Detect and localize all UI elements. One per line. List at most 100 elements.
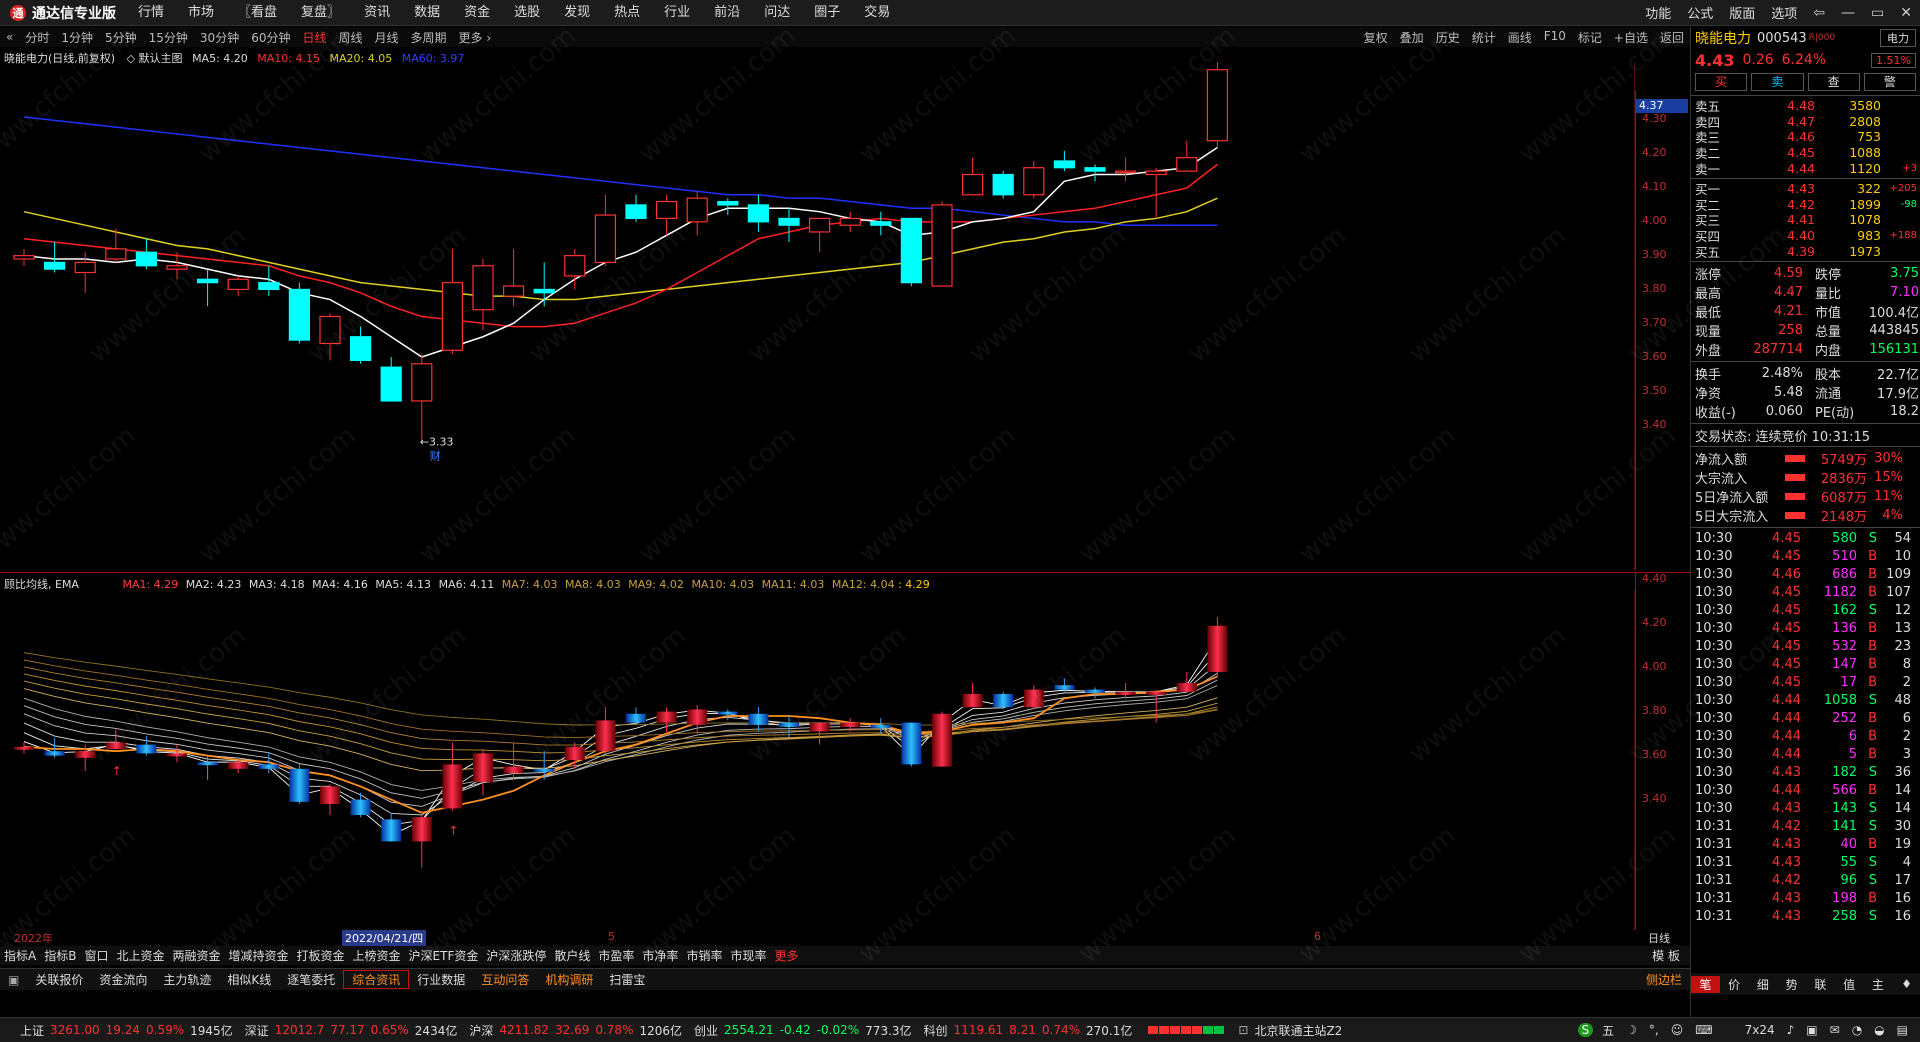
- menu-item-5[interactable]: 数据: [402, 0, 452, 26]
- period-tab-8[interactable]: 月线: [369, 29, 405, 46]
- period-tab-2[interactable]: 5分钟: [99, 29, 143, 46]
- sz-index-label[interactable]: 深证: [242, 1022, 272, 1039]
- period-tab-4[interactable]: 30分钟: [194, 29, 245, 46]
- indicator-tab-3[interactable]: 北上资金: [112, 947, 168, 964]
- menu-item-9[interactable]: 热点: [602, 0, 652, 26]
- indicator-tab-5[interactable]: 增减持资金: [225, 947, 293, 964]
- right-tab-0[interactable]: 笔: [1691, 975, 1720, 993]
- right-tab-2[interactable]: 细: [1749, 976, 1778, 993]
- info-tab-7[interactable]: 互动问答: [473, 971, 537, 988]
- cy-index-label[interactable]: 创业: [691, 1022, 721, 1039]
- settings-icon[interactable]: ▤: [1894, 1023, 1911, 1037]
- chart-tool-7[interactable]: +自选: [1608, 29, 1654, 46]
- menu-item-13[interactable]: 圈子: [802, 0, 852, 26]
- trade-button-0[interactable]: 买: [1695, 73, 1748, 91]
- info-tab-6[interactable]: 行业数据: [409, 971, 473, 988]
- ime-icon[interactable]: S: [1577, 1023, 1594, 1037]
- screen-icon[interactable]: ▣: [1803, 1023, 1820, 1037]
- info-tab-9[interactable]: 扫雷宝: [601, 971, 653, 988]
- server-name[interactable]: 北京联通主站Z2: [1251, 1022, 1345, 1039]
- period-tab-10[interactable]: 更多 ›: [453, 29, 498, 46]
- maximize-icon[interactable]: ▭: [1863, 5, 1892, 21]
- template-tab[interactable]: 模 板: [1648, 947, 1684, 964]
- info-tab-3[interactable]: 相似K线: [219, 971, 279, 988]
- chart-tool-2[interactable]: 历史: [1430, 29, 1466, 46]
- back-icon[interactable]: ⇦: [1805, 5, 1833, 21]
- menu-item-1[interactable]: 市场: [176, 0, 226, 26]
- indicator-tab-10[interactable]: 散户线: [550, 947, 594, 964]
- candlestick-chart[interactable]: ⌐4.47 ←3.33财: [0, 62, 1635, 572]
- right-tab-3[interactable]: 势: [1777, 976, 1806, 993]
- info-tab-2[interactable]: 主力轨迹: [155, 971, 219, 988]
- sidebar-tab[interactable]: 侧边栏: [1638, 971, 1690, 988]
- period-tab-6[interactable]: 日线: [296, 29, 332, 46]
- menu-item-6[interactable]: 资金: [452, 0, 502, 26]
- bell-icon[interactable]: ◔: [1849, 1023, 1865, 1037]
- chat-icon[interactable]: ✉: [1827, 1023, 1843, 1037]
- right-tab-7[interactable]: ♦: [1892, 977, 1920, 991]
- indicator-tab-7[interactable]: 上榜资金: [349, 947, 405, 964]
- indicator-tab-14[interactable]: 市现率: [726, 947, 770, 964]
- trade-button-3[interactable]: 警: [1863, 73, 1916, 91]
- top-right-item-3[interactable]: 选项: [1763, 3, 1805, 22]
- period-tab-3[interactable]: 15分钟: [143, 29, 194, 46]
- chart-tool-5[interactable]: F10: [1538, 29, 1572, 46]
- indicator-tab-12[interactable]: 市净率: [638, 947, 682, 964]
- sound-icon[interactable]: ♪: [1784, 1023, 1798, 1037]
- menu-item-0[interactable]: 行情: [126, 0, 176, 26]
- info-tab-8[interactable]: 机构调研: [537, 971, 601, 988]
- menu-item-14[interactable]: 交易: [852, 0, 902, 26]
- menu-item-4[interactable]: 资讯: [352, 0, 402, 26]
- menu-item-7[interactable]: 选股: [502, 0, 552, 26]
- indicator-tab-11[interactable]: 市盈率: [594, 947, 638, 964]
- punctuation-icon[interactable]: °,: [1646, 1023, 1662, 1037]
- chart-tool-6[interactable]: 标记: [1572, 29, 1608, 46]
- info-tab-0[interactable]: 关联报价: [27, 971, 91, 988]
- close-icon[interactable]: ✕: [1892, 5, 1920, 21]
- indicator-tab-9[interactable]: 沪深涨跌停: [482, 947, 550, 964]
- indicator-tab-15[interactable]: 更多: [770, 947, 802, 964]
- chart-tool-8[interactable]: 返回: [1654, 29, 1690, 46]
- indicator-tab-1[interactable]: 指标B: [40, 947, 80, 964]
- period-tab-7[interactable]: 周线: [333, 29, 369, 46]
- connection-icon[interactable]: ⊡: [1235, 1023, 1251, 1037]
- lock-icon[interactable]: ◒: [1871, 1023, 1887, 1037]
- emoji-icon[interactable]: ☺: [1668, 1023, 1687, 1037]
- ime-mode-icon[interactable]: 五: [1599, 1022, 1617, 1039]
- gmma-chart[interactable]: ↑↑: [0, 590, 1635, 930]
- menu-item-11[interactable]: 前沿: [702, 0, 752, 26]
- moon-icon[interactable]: ☽: [1623, 1023, 1640, 1037]
- hs-index-label[interactable]: 沪深: [466, 1022, 496, 1039]
- collapse-icon[interactable]: «: [0, 30, 19, 44]
- info-tab-4[interactable]: 逐笔委托: [279, 971, 343, 988]
- chart-tool-4[interactable]: 画线: [1502, 29, 1538, 46]
- chart-tool-3[interactable]: 统计: [1466, 29, 1502, 46]
- period-tab-1[interactable]: 1分钟: [55, 29, 99, 46]
- top-right-item-0[interactable]: 功能: [1637, 3, 1679, 22]
- menu-item-3[interactable]: 复盘〗: [289, 0, 352, 26]
- right-tab-4[interactable]: 联: [1806, 976, 1835, 993]
- top-right-item-1[interactable]: 公式: [1679, 3, 1721, 22]
- panel-toggle-icon[interactable]: ▣: [0, 973, 27, 987]
- info-tab-5[interactable]: 综合资讯: [343, 970, 410, 989]
- indicator-tab-2[interactable]: 窗口: [80, 947, 112, 964]
- indicator-tab-6[interactable]: 打板资金: [293, 947, 349, 964]
- kc-index-label[interactable]: 科创: [921, 1022, 951, 1039]
- industry-badge[interactable]: 电力: [1880, 29, 1916, 47]
- menu-item-10[interactable]: 行业: [652, 0, 702, 26]
- minimize-icon[interactable]: —: [1833, 5, 1863, 21]
- menu-item-12[interactable]: 问达: [752, 0, 802, 26]
- indicator-tab-4[interactable]: 两融资金: [168, 947, 224, 964]
- trade-button-2[interactable]: 查: [1807, 73, 1860, 91]
- top-right-item-2[interactable]: 版面: [1721, 3, 1763, 22]
- sh-index-label[interactable]: 上证: [0, 1022, 47, 1039]
- right-tab-5[interactable]: 值: [1835, 976, 1864, 993]
- right-tab-1[interactable]: 价: [1720, 976, 1749, 993]
- indicator-tab-0[interactable]: 指标A: [0, 947, 40, 964]
- tick-list[interactable]: 10:30 4.45 580 S 54 10:30 4.45 510 B 10 10:30 4.46 6…: [1691, 530, 1920, 926]
- menu-item-8[interactable]: 发现: [552, 0, 602, 26]
- period-tab-0[interactable]: 分时: [19, 29, 55, 46]
- period-tab-5[interactable]: 60分钟: [245, 29, 296, 46]
- keyboard-icon[interactable]: ⌨: [1692, 1023, 1715, 1037]
- period-tab-9[interactable]: 多周期: [405, 29, 453, 46]
